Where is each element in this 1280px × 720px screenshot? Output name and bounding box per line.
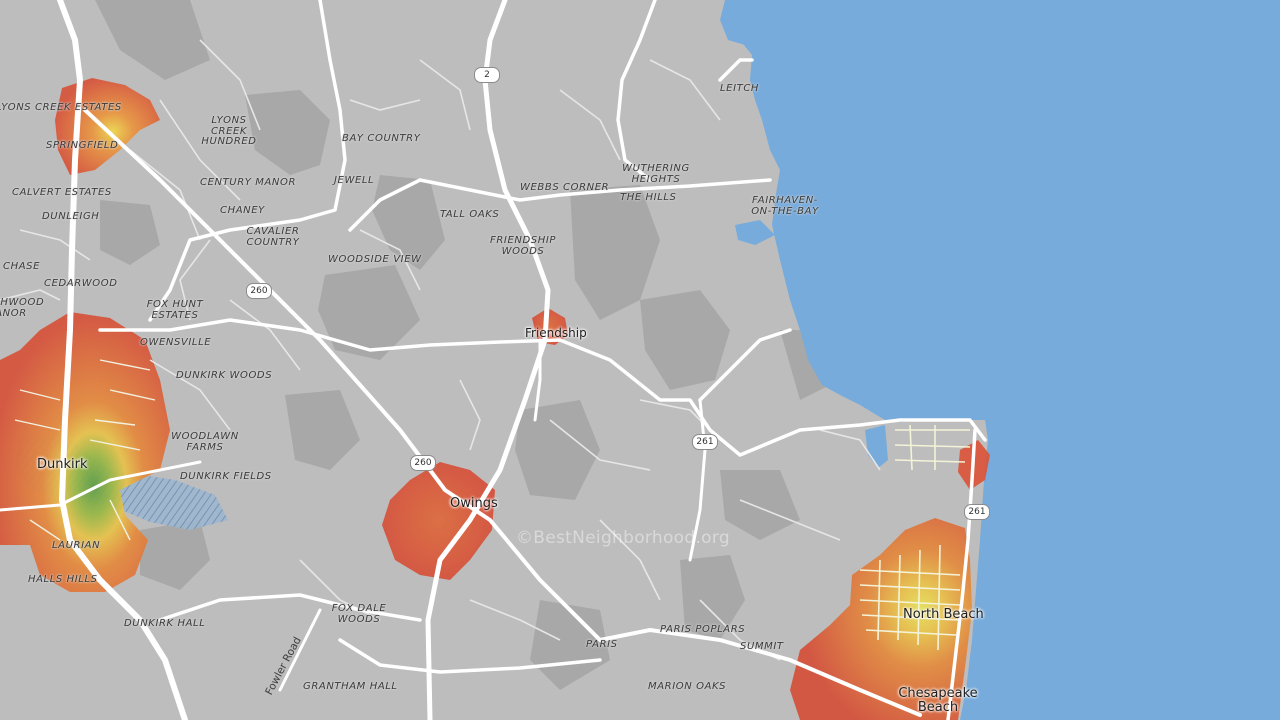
map-layers <box>0 0 1280 720</box>
route-shield-2: 2 <box>474 67 500 83</box>
route-shield-260-north: 260 <box>246 283 272 299</box>
route-shield-260-south: 260 <box>410 455 436 471</box>
route-shield-261-west: 261 <box>692 434 718 450</box>
route-shield-261-east: 261 <box>964 504 990 520</box>
map-canvas[interactable]: LYONS CREEK ESTATES SPRINGFIELD LYONS CR… <box>0 0 1280 720</box>
chesapeake-bay <box>725 0 1280 720</box>
